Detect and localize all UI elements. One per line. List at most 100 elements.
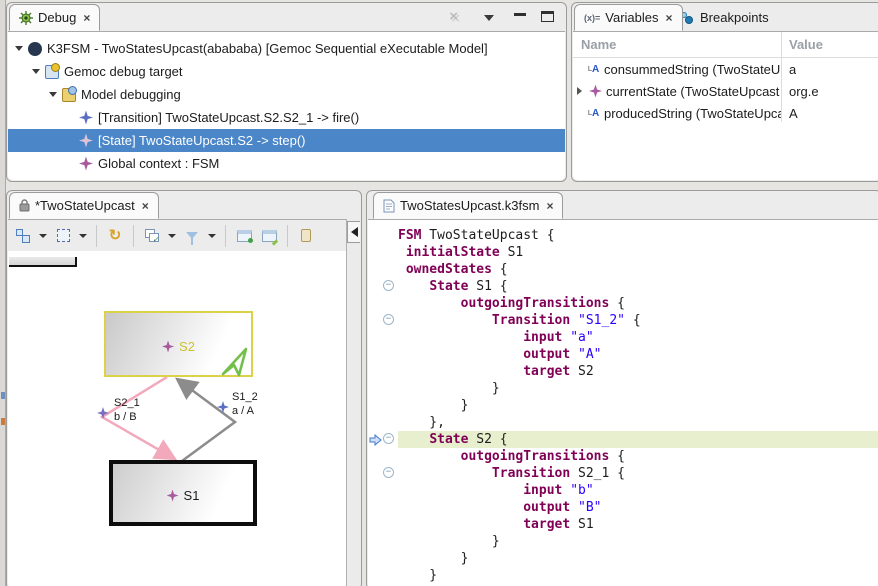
- maximize-icon[interactable]: [541, 11, 554, 22]
- code-line[interactable]: − Transition S2_1 {: [368, 465, 878, 482]
- select-mode-icon[interactable]: [54, 227, 72, 245]
- expander-icon[interactable]: [49, 92, 57, 97]
- fold-collapse-icon[interactable]: −: [383, 314, 394, 325]
- debug-tree-item[interactable]: Global context : FSM: [8, 152, 565, 175]
- canvas-overview-handle[interactable]: [9, 257, 77, 267]
- debug-tree-item[interactable]: Model debugging: [8, 83, 565, 106]
- close-icon[interactable]: ×: [83, 11, 90, 25]
- code-line[interactable]: }: [368, 397, 878, 414]
- state-node-s1[interactable]: S1: [109, 460, 257, 526]
- tab-diagram[interactable]: *TwoStateUpcast ×: [9, 192, 159, 219]
- tab-k3fsm-file[interactable]: TwoStatesUpcast.k3fsm ×: [373, 192, 563, 219]
- tab-debug[interactable]: Debug ×: [9, 4, 100, 31]
- refresh-icon[interactable]: ↻: [106, 227, 124, 245]
- gutter[interactable]: [368, 533, 398, 550]
- code-line[interactable]: output "B": [368, 499, 878, 516]
- minimize-icon[interactable]: [514, 13, 526, 18]
- gutter[interactable]: [368, 380, 398, 397]
- minimized-view-icon[interactable]: [1, 392, 5, 399]
- arrange-all-icon[interactable]: [14, 227, 32, 245]
- tab-variables[interactable]: (x)= Variables ×: [574, 4, 683, 31]
- column-value[interactable]: Value: [781, 37, 823, 52]
- code-line[interactable]: },: [368, 414, 878, 431]
- gutter[interactable]: −: [368, 465, 398, 482]
- close-icon[interactable]: ×: [546, 199, 553, 213]
- gutter[interactable]: [368, 397, 398, 414]
- fold-collapse-icon[interactable]: −: [383, 280, 394, 291]
- expander-icon[interactable]: [577, 87, 582, 95]
- code-line[interactable]: ownedStates {: [368, 261, 878, 278]
- layers-icon[interactable]: [143, 227, 161, 245]
- edit-mode-icon[interactable]: [260, 227, 278, 245]
- expander-icon[interactable]: [15, 46, 23, 51]
- filters-icon[interactable]: [183, 227, 201, 245]
- debug-tree-item[interactable]: [Transition] TwoStateUpcast.S2.S2_1 -> f…: [8, 106, 565, 129]
- close-icon[interactable]: ×: [666, 11, 673, 25]
- gutter[interactable]: [368, 516, 398, 533]
- code-line[interactable]: − State S1 {: [368, 278, 878, 295]
- column-divider[interactable]: [781, 32, 782, 122]
- gutter[interactable]: [368, 261, 398, 278]
- gutter[interactable]: −: [368, 312, 398, 329]
- model-icon: [28, 42, 42, 56]
- select-dropdown-icon[interactable]: [79, 234, 87, 238]
- code-line[interactable]: }: [368, 380, 878, 397]
- gutter[interactable]: [368, 244, 398, 261]
- code-line[interactable]: }: [368, 567, 878, 584]
- gutter[interactable]: [368, 227, 398, 244]
- gutter[interactable]: [368, 346, 398, 363]
- code-area[interactable]: FSM TwoStateUpcast { initialState S1 own…: [368, 219, 878, 586]
- code-line[interactable]: − State S2 {: [368, 431, 878, 448]
- gutter[interactable]: [368, 414, 398, 431]
- code-line[interactable]: output "A": [368, 346, 878, 363]
- transition-label-s1-2[interactable]: S1_2 a / A: [232, 390, 258, 418]
- variable-row[interactable]: currentState (TwoStateUpcast :org.e: [573, 80, 878, 102]
- code-line[interactable]: outgoingTransitions {: [368, 448, 878, 465]
- transition-label-s2-1[interactable]: S2_1 b / B: [114, 396, 140, 424]
- filters-dropdown-icon[interactable]: [208, 234, 216, 238]
- remove-terminated-launches-icon[interactable]: ×: [449, 8, 458, 25]
- gutter[interactable]: [368, 567, 398, 584]
- debug-tree-item[interactable]: K3FSM - TwoStatesUpcast(abababa) [Gemoc …: [8, 37, 565, 60]
- gutter[interactable]: [368, 499, 398, 516]
- view-menu-icon[interactable]: [484, 15, 494, 21]
- code-line[interactable]: input "a": [368, 329, 878, 346]
- fold-collapse-icon[interactable]: −: [383, 433, 394, 444]
- variable-row[interactable]: AconsummedString (TwoStateUpa: [573, 58, 878, 80]
- code-line[interactable]: input "b": [368, 482, 878, 499]
- fold-collapse-icon[interactable]: −: [383, 467, 394, 478]
- debug-tree-item[interactable]: [State] TwoStateUpcast.S2 -> step(): [8, 129, 565, 152]
- palette-collapse-button[interactable]: [347, 221, 360, 243]
- expander-icon[interactable]: [32, 69, 40, 74]
- code-line[interactable]: FSM TwoStateUpcast {: [368, 227, 878, 244]
- gutter[interactable]: [368, 482, 398, 499]
- diagram-canvas[interactable]: S2 S1 S2_1 b / B S1_2 a / A: [8, 251, 346, 586]
- gutter[interactable]: [368, 295, 398, 312]
- transition-diamond-icon[interactable]: [217, 401, 229, 413]
- code-line[interactable]: }: [368, 533, 878, 550]
- code-line[interactable]: outgoingTransitions {: [368, 295, 878, 312]
- gutter[interactable]: [368, 448, 398, 465]
- code-line[interactable]: target S1: [368, 516, 878, 533]
- code-line[interactable]: target S2: [368, 363, 878, 380]
- arrange-dropdown-icon[interactable]: [39, 234, 47, 238]
- close-icon[interactable]: ×: [142, 199, 149, 213]
- variable-row[interactable]: AproducedString (TwoStateUpcaA: [573, 102, 878, 124]
- minimized-view-icon[interactable]: [1, 418, 5, 425]
- transition-edge-s1-2[interactable]: [177, 379, 235, 461]
- gutter[interactable]: [368, 550, 398, 567]
- code-line[interactable]: initialState S1: [368, 244, 878, 261]
- show-properties-icon[interactable]: [235, 227, 253, 245]
- code-line[interactable]: − Transition "S1_2" {: [368, 312, 878, 329]
- tab-breakpoints[interactable]: Breakpoints: [672, 4, 778, 31]
- column-name[interactable]: Name: [573, 37, 781, 52]
- gutter[interactable]: −: [368, 431, 398, 448]
- code-line[interactable]: }: [368, 550, 878, 567]
- transition-diamond-icon[interactable]: [97, 407, 109, 419]
- gutter[interactable]: −: [368, 278, 398, 295]
- debug-tree-item[interactable]: Gemoc debug target: [8, 60, 565, 83]
- gutter[interactable]: [368, 363, 398, 380]
- layers-dropdown-icon[interactable]: [168, 234, 176, 238]
- clipboard-icon[interactable]: [297, 227, 315, 245]
- gutter[interactable]: [368, 329, 398, 346]
